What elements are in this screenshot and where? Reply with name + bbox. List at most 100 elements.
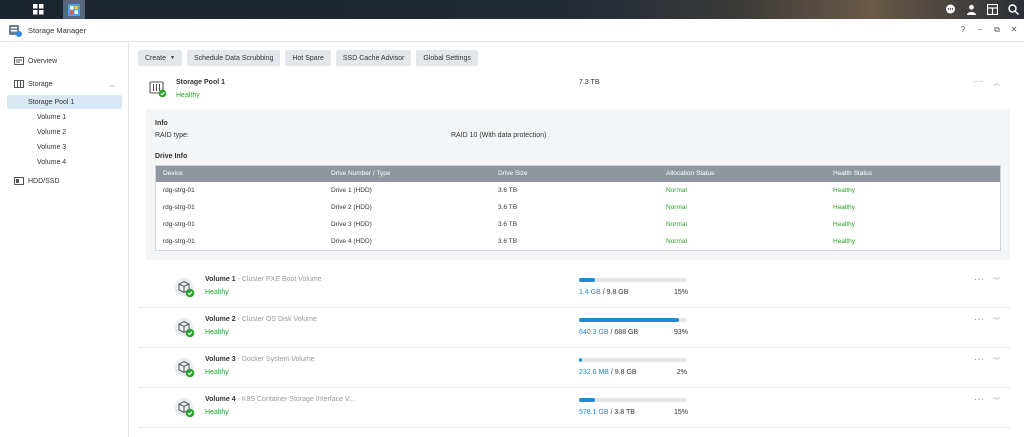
more-options-icon[interactable]: ··· xyxy=(974,354,985,364)
table-row[interactable]: rdg-strg-01 Drive 1 (HDD) 3.6 TB Normal … xyxy=(156,182,1000,199)
volume-status: Healthy xyxy=(205,369,229,376)
volume-total: / 9.8 GB xyxy=(608,369,637,376)
ssd-cache-advisor-button[interactable]: SSD Cache Advisor xyxy=(335,50,412,66)
storage-pool-icon xyxy=(149,80,167,98)
cell-drive-size: 3.6 TB xyxy=(498,238,518,245)
volume-row-4[interactable]: Volume 4 - K8S Container Storage Interfa… xyxy=(138,388,1010,428)
column-header-health-status[interactable]: Health Status xyxy=(833,170,872,177)
hot-spare-button[interactable]: Hot Spare xyxy=(285,50,331,66)
usage-bar xyxy=(579,278,687,282)
cell-device: rdg-strg-01 xyxy=(163,221,195,228)
volume-description: - K8S Container Storage Interface V... xyxy=(235,396,355,403)
usage-bar-fill xyxy=(579,398,596,402)
sidebar-item-storage[interactable]: Storage ︿ xyxy=(0,77,129,91)
sidebar-item-label: Storage Pool 1 xyxy=(28,98,75,106)
storage-manager-app-icon[interactable] xyxy=(63,0,85,19)
volume-row-1[interactable]: Volume 1 - Cluster PXE Boot Volume Healt… xyxy=(138,268,1010,308)
volume-total: / 688 GB xyxy=(608,329,639,336)
column-header-drive-size[interactable]: Drive Size xyxy=(498,170,528,177)
volume-usage: 640.3 GB / 688 GB xyxy=(579,329,638,336)
sidebar-item-volume-4[interactable]: Volume 4 xyxy=(37,155,66,169)
usage-bar xyxy=(579,358,687,362)
help-button[interactable]: ? xyxy=(959,25,967,35)
volume-percent: 93% xyxy=(674,329,689,336)
more-options-icon[interactable]: ··· xyxy=(974,314,985,324)
cell-allocation-status: Normal xyxy=(666,204,687,211)
sidebar-item-overview[interactable]: Overview xyxy=(0,54,129,68)
raid-type-label: RAID type: xyxy=(155,132,189,139)
volume-description: - Cluster OS Disk Volume xyxy=(235,316,317,323)
volume-used: 1.4 GB xyxy=(579,289,601,296)
volume-usage: 1.4 GB / 9.8 GB xyxy=(579,289,628,296)
cell-health-status: Healthy xyxy=(833,221,856,228)
volume-title: Volume 1 xyxy=(205,276,236,283)
volume-row-3[interactable]: Volume 3 - Docker System Volume Healthy … xyxy=(138,348,1010,388)
cell-drive-number: Drive 2 (HDD) xyxy=(331,204,372,211)
volume-name: Volume 3 - Docker System Volume xyxy=(205,356,315,363)
volume-used: 578.1 GB xyxy=(579,409,609,416)
sidebar-item-volume-2[interactable]: Volume 2 xyxy=(37,125,66,139)
sidebar-item-label: Volume 4 xyxy=(37,158,67,166)
chevron-down-icon[interactable]: ﹀ xyxy=(993,396,1000,406)
widgets-icon[interactable] xyxy=(982,0,1003,19)
user-icon[interactable] xyxy=(961,0,982,19)
usage-bar xyxy=(579,398,687,402)
cell-allocation-status: Normal xyxy=(666,187,687,194)
restore-button[interactable]: ⧉ xyxy=(993,25,1001,35)
volume-description: - Cluster PXE Boot Volume xyxy=(235,276,322,283)
usage-bar-fill xyxy=(579,278,596,282)
sidebar-item-volume-3[interactable]: Volume 3 xyxy=(37,140,66,154)
more-options-icon[interactable]: ··· xyxy=(973,76,984,86)
cell-health-status: Healthy xyxy=(833,238,856,245)
sidebar-item-label: HDD/SSD xyxy=(28,177,60,185)
sidebar-item-label: Overview xyxy=(28,57,58,65)
minimize-button[interactable]: – xyxy=(976,25,984,35)
more-options-icon[interactable]: ··· xyxy=(974,274,985,284)
usage-bar-fill xyxy=(579,318,680,322)
volume-percent: 2% xyxy=(676,369,687,376)
volume-usage: 578.1 GB / 3.8 TB xyxy=(579,409,635,416)
chevron-down-icon[interactable]: ﹀ xyxy=(993,276,1000,286)
more-options-icon[interactable]: ··· xyxy=(974,394,985,404)
table-row[interactable]: rdg-strg-01 Drive 4 (HDD) 3.6 TB Normal … xyxy=(156,233,1000,250)
create-button[interactable]: Create ▼ xyxy=(138,50,182,66)
chevron-up-icon[interactable]: ︿ xyxy=(993,78,1000,88)
grid-icon[interactable] xyxy=(27,0,49,19)
volume-percent: 15% xyxy=(674,409,689,416)
cell-allocation-status: Normal xyxy=(666,238,687,245)
table-row[interactable]: rdg-strg-01 Drive 2 (HDD) 3.6 TB Normal … xyxy=(156,199,1000,216)
chevron-down-icon[interactable]: ﹀ xyxy=(993,316,1000,326)
sidebar-item-volume-1[interactable]: Volume 1 xyxy=(37,110,66,124)
volume-status: Healthy xyxy=(205,329,229,336)
global-settings-button[interactable]: Global Settings xyxy=(416,50,478,66)
cell-device: rdg-strg-01 xyxy=(163,238,195,245)
cell-drive-number: Drive 1 (HDD) xyxy=(331,187,372,194)
chevron-down-icon[interactable]: ﹀ xyxy=(993,356,1000,366)
window-title-bar: Storage Manager ? – ⧉ ✕ xyxy=(0,19,1024,42)
volume-used: 640.3 GB xyxy=(579,329,609,336)
volume-row-2[interactable]: Volume 2 - Cluster OS Disk Volume Health… xyxy=(138,308,1010,348)
schedule-data-scrubbing-button[interactable]: Schedule Data Scrubbing xyxy=(186,50,281,66)
cell-health-status: Healthy xyxy=(833,187,856,194)
volume-description: - Docker System Volume xyxy=(235,356,315,363)
volume-name: Volume 1 - Cluster PXE Boot Volume xyxy=(205,276,322,283)
column-header-device[interactable]: Device xyxy=(163,170,183,177)
sidebar-item-label: Volume 3 xyxy=(37,143,67,151)
search-icon[interactable] xyxy=(1003,0,1024,19)
sidebar: Overview Storage ︿ Storage Pool 1 Volume… xyxy=(0,42,129,437)
chevron-up-icon[interactable]: ︿ xyxy=(109,80,115,89)
column-header-drive-number[interactable]: Drive Number / Type xyxy=(331,170,390,177)
storage-pool-size: 7.3 TB xyxy=(579,79,600,86)
raid-type-value: RAID 10 (With data protection) xyxy=(451,132,547,139)
volume-title: Volume 3 xyxy=(205,356,236,363)
volume-icon xyxy=(174,277,196,299)
close-button[interactable]: ✕ xyxy=(1010,25,1018,35)
table-row[interactable]: rdg-strg-01 Drive 3 (HDD) 3.6 TB Normal … xyxy=(156,216,1000,233)
sidebar-item-hdd-ssd[interactable]: HDD/SSD xyxy=(0,174,129,188)
storage-pool-header[interactable]: Storage Pool 1 Healthy 7.3 TB ··· ︿ xyxy=(146,72,1010,109)
column-header-allocation-status[interactable]: Allocation Status xyxy=(666,170,714,177)
toolbar: Create ▼ Schedule Data Scrubbing Hot Spar… xyxy=(138,50,478,66)
sidebar-item-storage-pool-1[interactable]: Storage Pool 1 xyxy=(7,95,122,109)
chat-icon[interactable] xyxy=(940,0,961,19)
volume-total: / 3.8 TB xyxy=(608,409,635,416)
